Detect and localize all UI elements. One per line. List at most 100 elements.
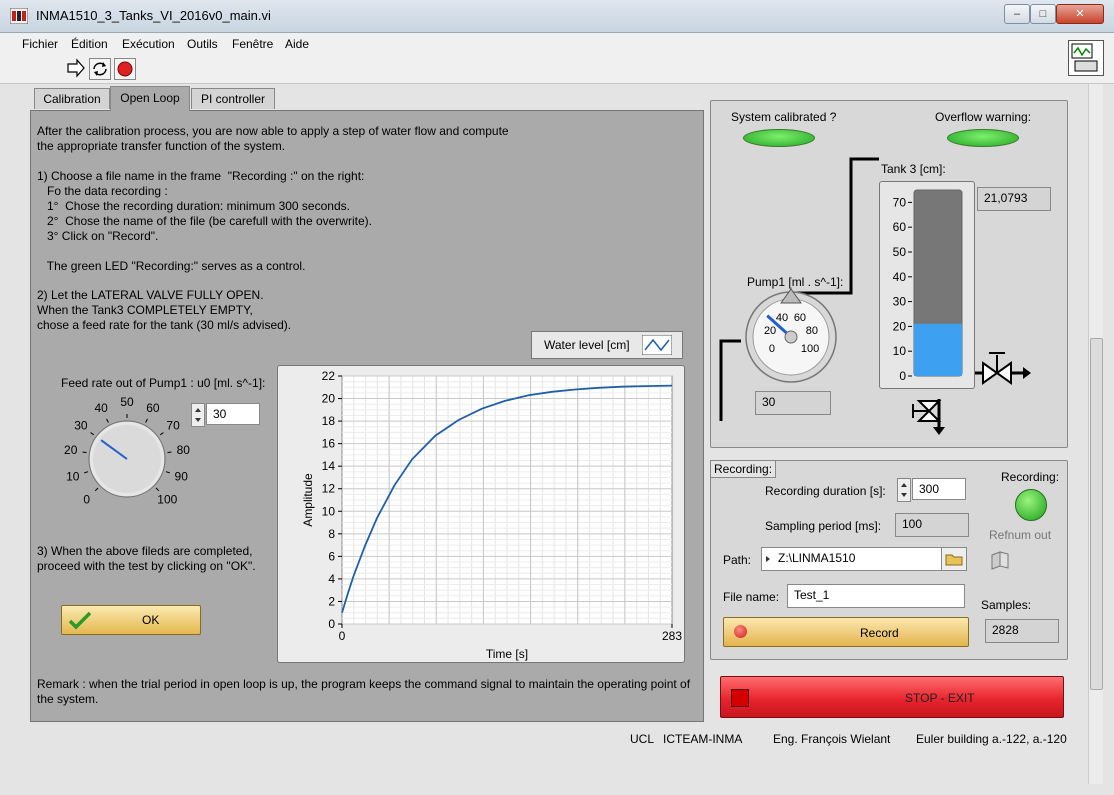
tank-tick-label: 0: [899, 369, 906, 383]
toolbar: [0, 40, 1114, 84]
samples-readout: 2828: [985, 619, 1059, 643]
close-button[interactable]: ✕: [1056, 4, 1104, 24]
gauge-tick-label: 60: [794, 312, 806, 324]
pump1-label: Pump1 [ml . s^-1]:: [747, 275, 844, 289]
menu-aide[interactable]: Aide: [285, 37, 309, 51]
tank-tick-label: 10: [893, 344, 907, 358]
y-tick-label: 2: [328, 594, 335, 608]
knob-tick-label: 30: [74, 418, 88, 432]
y-tick-label: 12: [322, 482, 336, 496]
y-tick-label: 10: [322, 504, 336, 518]
tab-pi-controller[interactable]: PI controller: [191, 88, 275, 109]
open-loop-panel: After the calibration process, you are n…: [30, 110, 704, 722]
waveform-chart[interactable]: 0 2 4 6 8 10 12 14 16 18 20 22 0 283 Time [s] Amplitude: [278, 366, 684, 662]
run-arrow-icon[interactable]: [66, 58, 86, 78]
footer-ucl: UCL: [630, 732, 655, 746]
duration-label: Recording duration [s]:: [765, 484, 886, 498]
window-title: INMA1510_3_Tanks_VI_2016v0_main.vi: [36, 8, 271, 23]
recording-led: [1015, 489, 1047, 521]
knob-tick-label: 0: [83, 492, 90, 506]
scrollbar-thumb[interactable]: [1090, 338, 1103, 690]
feed-rate-knob[interactable]: 010 20 30 40 50 60 70 80 90 100: [47, 391, 197, 521]
stop-exit-label: STOP - EXIT: [905, 691, 975, 705]
browse-button[interactable]: [941, 547, 967, 571]
tab-open-loop[interactable]: Open Loop: [110, 86, 190, 111]
knob-tick-label: 20: [64, 443, 78, 457]
y-tick-label: 18: [322, 414, 336, 428]
knob-tick-label: 80: [177, 443, 191, 457]
refnum-icon: [991, 551, 1009, 570]
duration-input[interactable]: 300: [912, 478, 966, 500]
ok-button-label: OK: [142, 613, 160, 627]
plot-legend[interactable]: Water level [cm]: [531, 331, 683, 359]
vi-icon: [1068, 40, 1104, 76]
maximize-button[interactable]: □: [1030, 4, 1056, 24]
footer-dept: ICTEAM-INMA: [663, 732, 743, 746]
intro-text: After the calibration process, you are n…: [37, 124, 509, 153]
recording-frame: Recording: Recording duration [s]: 300 S…: [710, 460, 1068, 660]
tank3-indicator: 0 10 20 30 40 50 60 70: [879, 181, 975, 389]
y-tick-label: 0: [328, 617, 335, 631]
abort-execution-icon[interactable]: [114, 58, 136, 80]
menu-outils[interactable]: Outils: [187, 37, 218, 51]
duration-spinner[interactable]: [897, 478, 911, 502]
run-continuously-icon[interactable]: [89, 58, 111, 80]
title-bar: INMA1510_3_Tanks_VI_2016v0_main.vi – □ ✕: [0, 0, 1114, 33]
gauge-tick-label: 0: [769, 343, 775, 355]
feed-rate-spinner[interactable]: [191, 403, 205, 427]
step3-text: 3) When the above fileds are completed, p…: [37, 544, 256, 573]
folder-icon: [945, 554, 963, 566]
knob-tick-label: 60: [146, 401, 160, 415]
tab-calibration[interactable]: Calibration: [34, 88, 110, 109]
knob-tick-mark: [84, 471, 89, 474]
gauge-hub: [784, 330, 798, 344]
menu-execution[interactable]: Exécution: [122, 37, 175, 51]
record-button[interactable]: Record: [723, 617, 969, 647]
record-led-icon: [734, 625, 747, 638]
vertical-scrollbar[interactable]: [1088, 84, 1103, 784]
stop-exit-button[interactable]: STOP - EXIT: [720, 676, 1064, 718]
legend-label: Water level [cm]: [544, 338, 630, 352]
gauge-tick-label: 40: [776, 312, 788, 324]
knob-tick-mark: [82, 451, 87, 454]
tank-tick-label: 50: [893, 245, 907, 259]
feed-rate-input[interactable]: 30: [206, 403, 260, 425]
path-dropdown-icon[interactable]: [764, 553, 774, 565]
tank-tick-label: 40: [893, 270, 907, 284]
menu-edition[interactable]: Édition: [71, 37, 108, 51]
samples-label: Samples:: [981, 598, 1032, 612]
knob-tick-label: 70: [166, 418, 180, 432]
waveform-chart-frame: 0 2 4 6 8 10 12 14 16 18 20 22 0 283 Time [s] Amplitude: [277, 365, 685, 663]
step1-text: 1) Choose a file name in the frame "Reco…: [37, 169, 372, 243]
tank-tick-label: 70: [893, 195, 907, 209]
x-tick-label: 0: [339, 629, 346, 643]
knob-tick-label: 10: [66, 470, 80, 484]
x-axis-label: Time [s]: [486, 647, 528, 661]
remark-text: Remark : when the trial period in open l…: [37, 677, 691, 706]
legend-line-icon: [642, 335, 672, 355]
y-tick-label: 22: [322, 369, 336, 383]
feed-rate-label: Feed rate out of Pump1 : u0 [ml. s^-1]:: [61, 376, 266, 390]
knob-tick-label: 100: [157, 492, 177, 506]
menu-fichier[interactable]: Fichier: [22, 37, 58, 51]
footer-author: Eng. François Wielant: [773, 732, 891, 746]
menu-fenetre[interactable]: Fenêtre: [232, 37, 273, 51]
recording-frame-label: Recording:: [710, 460, 777, 478]
tank3-label: Tank 3 [cm]:: [881, 162, 946, 176]
labview-app-icon: [9, 7, 29, 25]
knob-tick-label: 90: [175, 470, 189, 484]
knob-tick-mark: [106, 418, 109, 423]
gauge-tick-label: 80: [806, 325, 818, 337]
filename-input[interactable]: Test_1: [787, 584, 965, 608]
minimize-button[interactable]: –: [1004, 4, 1030, 24]
checkmark-icon: [68, 611, 92, 630]
process-frame: System calibrated ? Overflow warning: Pu…: [710, 100, 1068, 448]
knob-tick-mark: [90, 432, 95, 436]
stop-square-icon: [731, 689, 749, 707]
path-input[interactable]: Z:\LINMA1510: [761, 547, 949, 571]
y-tick-label: 8: [328, 527, 335, 541]
sampling-label: Sampling period [ms]:: [765, 519, 882, 533]
pump1-gauge: 0 2040 6080 100: [745, 289, 837, 383]
ok-button[interactable]: OK: [61, 605, 201, 635]
pump1-readout: 30: [755, 391, 831, 415]
